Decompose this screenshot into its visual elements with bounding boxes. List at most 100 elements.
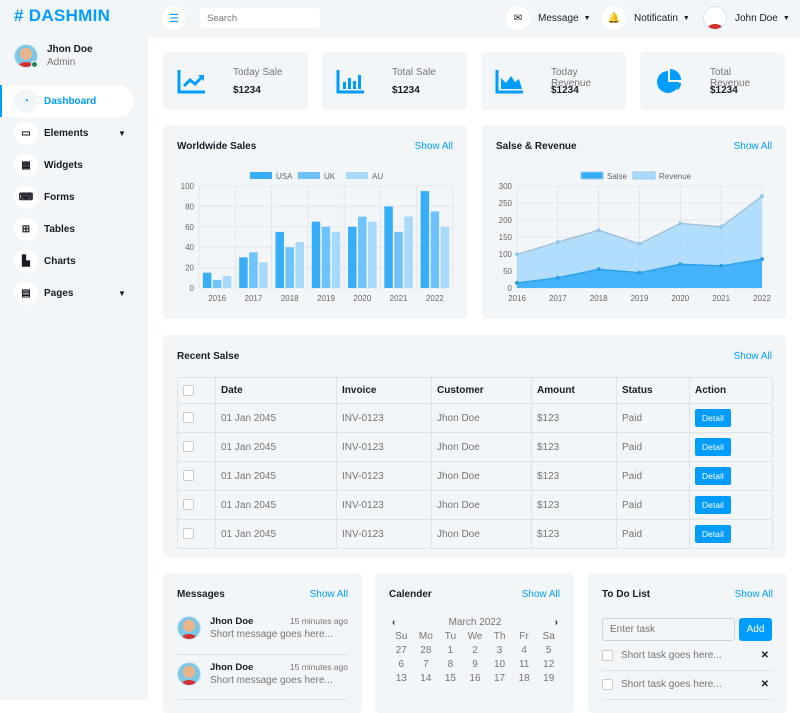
grid-icon: ▦ (14, 153, 38, 177)
sidebar-toggle-button[interactable]: ☰ (162, 6, 186, 30)
calendar-day[interactable]: 17 (487, 673, 512, 684)
sidebar: # DASHMIN Jhon Doe Admin ◔ Dashboard ▭ Ele… (0, 0, 148, 700)
task-checkbox[interactable] (602, 650, 613, 661)
search-input[interactable] (200, 8, 320, 28)
calendar-day[interactable]: 12 (536, 659, 561, 670)
weekday-label: Su (395, 631, 408, 642)
todo-item: Short task goes here... ✕ (602, 679, 773, 690)
bar-usa (275, 231, 284, 288)
row-checkbox[interactable] (183, 528, 194, 540)
show-all-link[interactable]: Show All (735, 589, 773, 600)
todo-item: Short task goes here... ✕ (602, 650, 773, 661)
calendar-day[interactable]: 14 (414, 673, 439, 684)
notification-dropdown[interactable]: 🔔 Notificatin ▼ (602, 6, 690, 30)
sidebar-item-dashboard[interactable]: ◔ Dashboard (0, 85, 134, 117)
calendar-day[interactable]: 9 (463, 659, 488, 670)
calendar-day[interactable]: 1 (438, 645, 463, 656)
cell-customer: Jhon Doe (431, 432, 532, 462)
delete-task-icon[interactable]: ✕ (761, 679, 769, 690)
detail-button[interactable]: Detail (695, 525, 731, 543)
bar-usa (420, 191, 430, 288)
sidebar-item-pages[interactable]: ▤ Pages ▼ (0, 277, 148, 309)
detail-button[interactable]: Detail (695, 467, 731, 485)
calendar-day[interactable]: 10 (487, 659, 512, 670)
show-all-link[interactable]: Show All (734, 351, 772, 362)
table-icon: ⊞ (14, 217, 38, 241)
bar-au (440, 226, 450, 288)
sidebar-item-elements[interactable]: ▭ Elements ▼ (0, 117, 148, 149)
row-checkbox[interactable] (183, 412, 194, 424)
detail-button[interactable]: Detail (695, 409, 731, 427)
user-dropdown[interactable]: John Doe ▼ (703, 6, 790, 30)
point-revenue (760, 194, 764, 199)
detail-button[interactable]: Detail (695, 438, 731, 456)
cell-status: Paid (616, 490, 690, 520)
task-checkbox[interactable] (602, 679, 613, 690)
sidebar-item-charts[interactable]: ▙ Charts (0, 245, 148, 277)
calendar-day[interactable]: 15 (438, 673, 463, 684)
calendar-day[interactable]: 6 (389, 659, 414, 670)
cell-status: Paid (616, 403, 690, 433)
y-tick-label: 300 (499, 182, 513, 191)
brand-logo[interactable]: # DASHMIN (14, 6, 110, 26)
show-all-link[interactable]: Show All (522, 589, 560, 600)
calendar-day[interactable]: 3 (487, 645, 512, 656)
legend-swatch (298, 172, 320, 179)
calendar-day[interactable]: 13 (389, 673, 414, 684)
user-role: Admin (47, 57, 76, 68)
sidebar-item-widgets[interactable]: ▦ Widgets (0, 149, 148, 181)
message-item[interactable]: Jhon Doe 15 minutes ago Short message goe… (177, 662, 348, 686)
calendar-day[interactable]: 8 (438, 659, 463, 670)
message-item[interactable]: Jhon Doe 15 minutes ago Short message goe… (177, 616, 348, 640)
weekday-label: We (467, 631, 483, 642)
calendar-day[interactable]: 19 (536, 673, 561, 684)
add-task-button[interactable]: Add (739, 618, 772, 641)
sidebar-user: Jhon Doe Admin (14, 44, 93, 68)
legend-label: USA (276, 172, 293, 181)
sidebar-item-tables[interactable]: ⊞ Tables (0, 213, 148, 245)
delete-task-icon[interactable]: ✕ (761, 650, 769, 661)
row-checkbox[interactable] (183, 470, 194, 482)
cell-invoice: INV-0123 (336, 461, 432, 491)
prev-month-icon[interactable]: ‹ (392, 617, 395, 628)
next-month-icon[interactable]: › (555, 617, 558, 628)
message-label: Message (538, 12, 579, 24)
calendar-day[interactable]: 7 (414, 659, 439, 670)
cell-invoice: INV-0123 (336, 432, 432, 462)
legend-label: AU (372, 172, 383, 181)
message-time: 15 minutes ago (289, 662, 348, 672)
calendar-day[interactable]: 16 (463, 673, 488, 684)
message-dropdown[interactable]: ✉ Message ▼ (506, 6, 591, 30)
x-tick-label: 2017 (245, 294, 263, 303)
select-all-checkbox[interactable] (183, 384, 194, 396)
calendar-day[interactable]: 11 (512, 659, 537, 670)
x-tick-label: 2022 (426, 294, 444, 303)
point-salse (678, 262, 683, 267)
row-checkbox[interactable] (183, 441, 194, 453)
task-input[interactable] (602, 618, 735, 641)
show-all-link[interactable]: Show All (310, 589, 348, 600)
col-amount: Amount (531, 377, 617, 404)
y-tick-label: 60 (185, 223, 194, 232)
topbar: ☰ ✉ Message ▼ 🔔 Notificatin ▼ John Doe ▼ (148, 0, 800, 37)
bar-au (259, 262, 268, 288)
sidebar-nav: ◔ Dashboard ▭ Elements ▼ ▦ Widgets ⌨ Forms ⊞ T… (0, 85, 148, 309)
legend-swatch (250, 172, 272, 179)
sidebar-item-forms[interactable]: ⌨ Forms (0, 181, 148, 213)
calendar-day[interactable]: 5 (536, 645, 561, 656)
divider (177, 654, 348, 655)
calendar-day[interactable]: 28 (414, 645, 439, 656)
calendar-day[interactable]: 27 (389, 645, 414, 656)
bar-au (404, 216, 413, 288)
weekday-label: Sa (542, 631, 555, 642)
calendar-day[interactable]: 4 (512, 645, 537, 656)
row-checkbox[interactable] (183, 499, 194, 511)
calendar: ‹ March 2022 › Su Mo Tu We Th Fr Sa 27 28 1 2 3 4 5 6 7 8 9… (389, 617, 561, 684)
calendar-day[interactable]: 2 (463, 645, 488, 656)
sidebar-item-label: Widgets (44, 159, 83, 171)
detail-button[interactable]: Detail (695, 496, 731, 514)
cell-date: 01 Jan 2045 (215, 432, 337, 462)
calendar-day[interactable]: 18 (512, 673, 537, 684)
legend-label: UK (324, 172, 336, 181)
user-label: John Doe (735, 12, 778, 24)
